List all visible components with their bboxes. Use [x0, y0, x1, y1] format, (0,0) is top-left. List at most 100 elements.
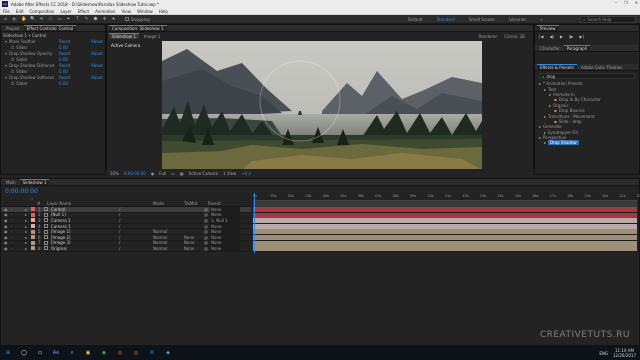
- hand-tool-icon[interactable]: ✋: [21, 17, 27, 22]
- layer-duration-bar[interactable]: [253, 223, 637, 229]
- snapping-checkbox[interactable]: [125, 17, 129, 21]
- taskbar-app-icon[interactable]: ▭: [35, 348, 45, 358]
- taskbar-app-icon[interactable]: ◉: [99, 348, 109, 358]
- minimize-button[interactable]: –: [615, 0, 617, 5]
- rotation-tool-icon[interactable]: ⟲: [39, 17, 44, 22]
- effect-value[interactable]: 0.00: [59, 45, 68, 50]
- menu-layer[interactable]: Layer: [60, 9, 71, 14]
- fx-icon[interactable]: ▾: [5, 63, 7, 68]
- brush-tool-icon[interactable]: ✎: [84, 17, 89, 22]
- label-color-swatch[interactable]: [31, 235, 35, 240]
- audio-icon[interactable]: ·: [11, 235, 12, 240]
- taskbar-app-icon[interactable]: ◈: [163, 348, 173, 358]
- composition-viewer[interactable]: [162, 41, 482, 170]
- layer-mode[interactable]: Normal: [153, 246, 167, 251]
- effect-about[interactable]: About: [91, 63, 103, 68]
- close-button[interactable]: ✕: [635, 0, 638, 5]
- eye-icon[interactable]: ◉: [4, 224, 8, 229]
- parent-pickwhip-icon[interactable]: @: [204, 212, 208, 217]
- effect-row[interactable]: ⏱ Slider 0.00: [1, 80, 105, 86]
- type-tool-icon[interactable]: T: [75, 17, 80, 22]
- taskbar-app-icon[interactable]: ⊞: [3, 348, 13, 358]
- pen-tool-icon[interactable]: ✒: [66, 17, 71, 22]
- menu-animation[interactable]: Animation: [95, 9, 115, 14]
- audio-icon[interactable]: ·: [11, 207, 12, 212]
- subtab-image1[interactable]: Image 1: [141, 33, 163, 39]
- tab-adobe-color-themes[interactable]: Adobe Color Themes: [578, 64, 626, 70]
- parent-pickwhip-icon[interactable]: @: [204, 224, 208, 229]
- effects-search-field[interactable]: ⌕ drop: [539, 73, 635, 79]
- layer-duration-bar[interactable]: [253, 234, 637, 240]
- layer-mode[interactable]: Normal: [153, 235, 167, 240]
- twirl-icon[interactable]: ▸: [25, 235, 27, 240]
- prev-frame-button[interactable]: ◀|: [549, 34, 553, 39]
- eye-icon[interactable]: ◉: [4, 212, 8, 217]
- label-color-swatch[interactable]: [31, 212, 35, 217]
- taskbar-app-icon[interactable]: ◯: [19, 348, 29, 358]
- layer-name[interactable]: [Image 3]: [51, 240, 70, 245]
- effect-value[interactable]: Reset: [59, 51, 70, 56]
- layer-duration-bar[interactable]: [253, 240, 637, 246]
- effect-value[interactable]: 0.00: [59, 57, 68, 62]
- effect-about[interactable]: About: [91, 75, 103, 80]
- layer-name[interactable]: [Image 1]: [51, 229, 70, 234]
- audio-icon[interactable]: ·: [11, 224, 12, 229]
- eye-icon[interactable]: ◉: [4, 246, 8, 251]
- region-of-interest-icon[interactable]: ▭: [171, 171, 175, 176]
- menu-window[interactable]: Window: [137, 9, 153, 14]
- twirl-icon[interactable]: ▸: [25, 212, 27, 217]
- twirl-icon[interactable]: ▸: [25, 246, 27, 251]
- view-layout-dropdown[interactable]: 1 View: [223, 171, 236, 176]
- layer-name[interactable]: Camera 1: [51, 224, 71, 229]
- menu-edit[interactable]: Edit: [16, 9, 24, 14]
- tab-composition[interactable]: Composition: Slideshow 1: [109, 25, 167, 31]
- zoom-tool-icon[interactable]: 🔍: [30, 17, 36, 22]
- selection-tool-icon[interactable]: ▸: [12, 16, 17, 22]
- parent-pickwhip-icon[interactable]: @: [204, 229, 208, 234]
- layer-parent[interactable]: None: [210, 223, 240, 229]
- home-icon[interactable]: ⌂: [3, 17, 8, 22]
- tab-preview[interactable]: Preview: [537, 25, 559, 31]
- layer-duration-bar[interactable]: [253, 218, 637, 224]
- workspace-default[interactable]: Default: [408, 17, 423, 22]
- tab-character[interactable]: Character: [537, 45, 563, 51]
- effects-tree-item[interactable]: ▸ Drop Shadow: [535, 140, 639, 146]
- parent-pickwhip-icon[interactable]: @: [204, 207, 208, 212]
- stopwatch-icon[interactable]: ⏱: [11, 81, 14, 86]
- effect-value[interactable]: 0.00: [59, 81, 68, 86]
- label-color-swatch[interactable]: [31, 229, 35, 234]
- taskbar-app-icon[interactable]: ▣: [83, 348, 93, 358]
- clone-stamp-tool-icon[interactable]: ⬟: [93, 17, 98, 22]
- label-color-swatch[interactable]: [31, 224, 35, 229]
- puppet-tool-icon[interactable]: ★: [111, 17, 116, 22]
- effect-value[interactable]: Reset: [59, 39, 70, 44]
- play-button[interactable]: ▶: [560, 34, 563, 39]
- 3d-view-dropdown[interactable]: Active Camera: [189, 171, 218, 176]
- layer-duration-bar[interactable]: [253, 246, 637, 252]
- audio-icon[interactable]: ·: [11, 212, 12, 217]
- tab-paragraph[interactable]: Paragraph: [563, 45, 591, 51]
- workspace-small-screen[interactable]: Small Screen: [469, 17, 495, 22]
- layer-parent[interactable]: None: [210, 212, 240, 218]
- parent-pickwhip-icon[interactable]: @: [204, 246, 208, 251]
- layer-trkmat[interactable]: None: [184, 246, 194, 251]
- rectangle-tool-icon[interactable]: ▭: [57, 17, 62, 22]
- magnification-dropdown[interactable]: 50%: [110, 171, 119, 176]
- eye-icon[interactable]: ◉: [4, 218, 8, 223]
- tab-main-comp[interactable]: Main: [3, 179, 19, 185]
- maximize-button[interactable]: ❐: [624, 0, 628, 5]
- effect-about[interactable]: About: [91, 51, 103, 56]
- switch-icon[interactable]: /: [119, 212, 120, 217]
- twirl-icon[interactable]: ▸: [25, 240, 27, 245]
- search-help-field[interactable]: ⌕ Search Help: [580, 16, 636, 23]
- clock[interactable]: 11:10 AM 12/26/2017: [613, 348, 636, 358]
- snapshot-icon[interactable]: ◉: [151, 171, 155, 176]
- next-frame-button[interactable]: |▶: [569, 34, 573, 39]
- tab-slideshow-comp[interactable]: Slideshow 1: [19, 179, 50, 185]
- tab-effect-controls[interactable]: Effect Controls: Control: [23, 25, 77, 31]
- switch-icon[interactable]: /: [119, 235, 120, 240]
- transparency-grid-icon[interactable]: ▦: [180, 171, 184, 176]
- layer-parent[interactable]: None: [210, 245, 240, 251]
- parent-pickwhip-icon[interactable]: @: [204, 240, 208, 245]
- switch-icon[interactable]: /: [119, 229, 120, 234]
